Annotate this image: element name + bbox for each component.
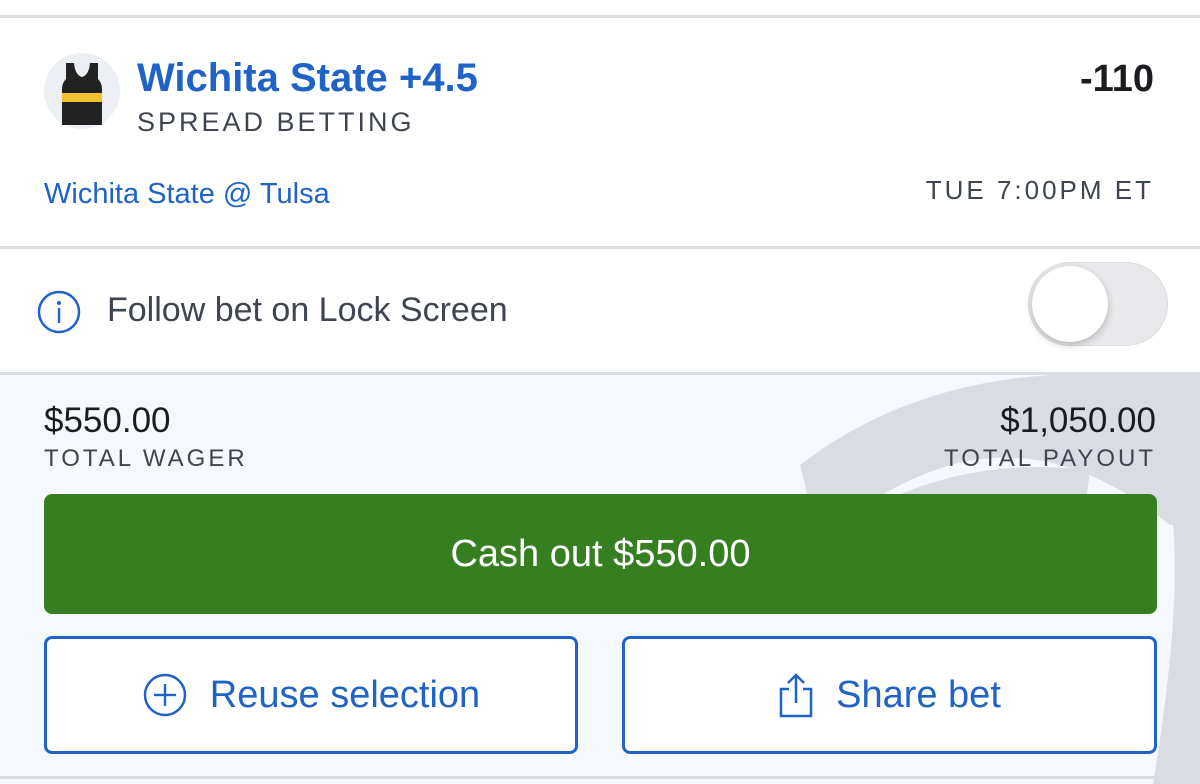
team-avatar: [44, 53, 120, 129]
reuse-selection-button[interactable]: Reuse selection: [44, 636, 578, 754]
event-time: TUE 7:00PM ET: [925, 175, 1154, 205]
market-type: SPREAD BETTING: [137, 107, 415, 137]
cash-out-label: Cash out $550.00: [450, 532, 751, 575]
selection-title: Wichita State +4.5: [137, 56, 478, 100]
divider: [0, 246, 1200, 249]
share-bet-label: Share bet: [836, 673, 1001, 716]
follow-lock-screen-label: Follow bet on Lock Screen: [107, 291, 508, 329]
cash-out-button[interactable]: Cash out $550.00: [44, 494, 1157, 614]
total-wager-value: $550.00: [44, 401, 171, 440]
plus-circle-icon: [142, 672, 188, 718]
share-bet-button[interactable]: Share bet: [622, 636, 1157, 754]
info-icon[interactable]: [36, 289, 82, 335]
top-divider: [0, 15, 1200, 18]
total-payout-label: TOTAL PAYOUT: [943, 445, 1156, 472]
share-icon: [778, 672, 814, 718]
reuse-selection-label: Reuse selection: [209, 673, 481, 716]
total-payout-value: $1,050.00: [1000, 401, 1156, 440]
total-wager-label: TOTAL WAGER: [44, 445, 248, 472]
bet-card: Wichita State +4.5 SPREAD BETTING -110 W…: [0, 0, 1200, 784]
basketball-jersey-icon: [62, 63, 102, 125]
bottom-divider: [0, 776, 1200, 779]
toggle-knob: [1032, 266, 1108, 342]
event-link[interactable]: Wichita State @ Tulsa: [44, 177, 330, 211]
follow-lock-screen-toggle[interactable]: [1028, 262, 1168, 346]
odds: -110: [1080, 58, 1154, 100]
